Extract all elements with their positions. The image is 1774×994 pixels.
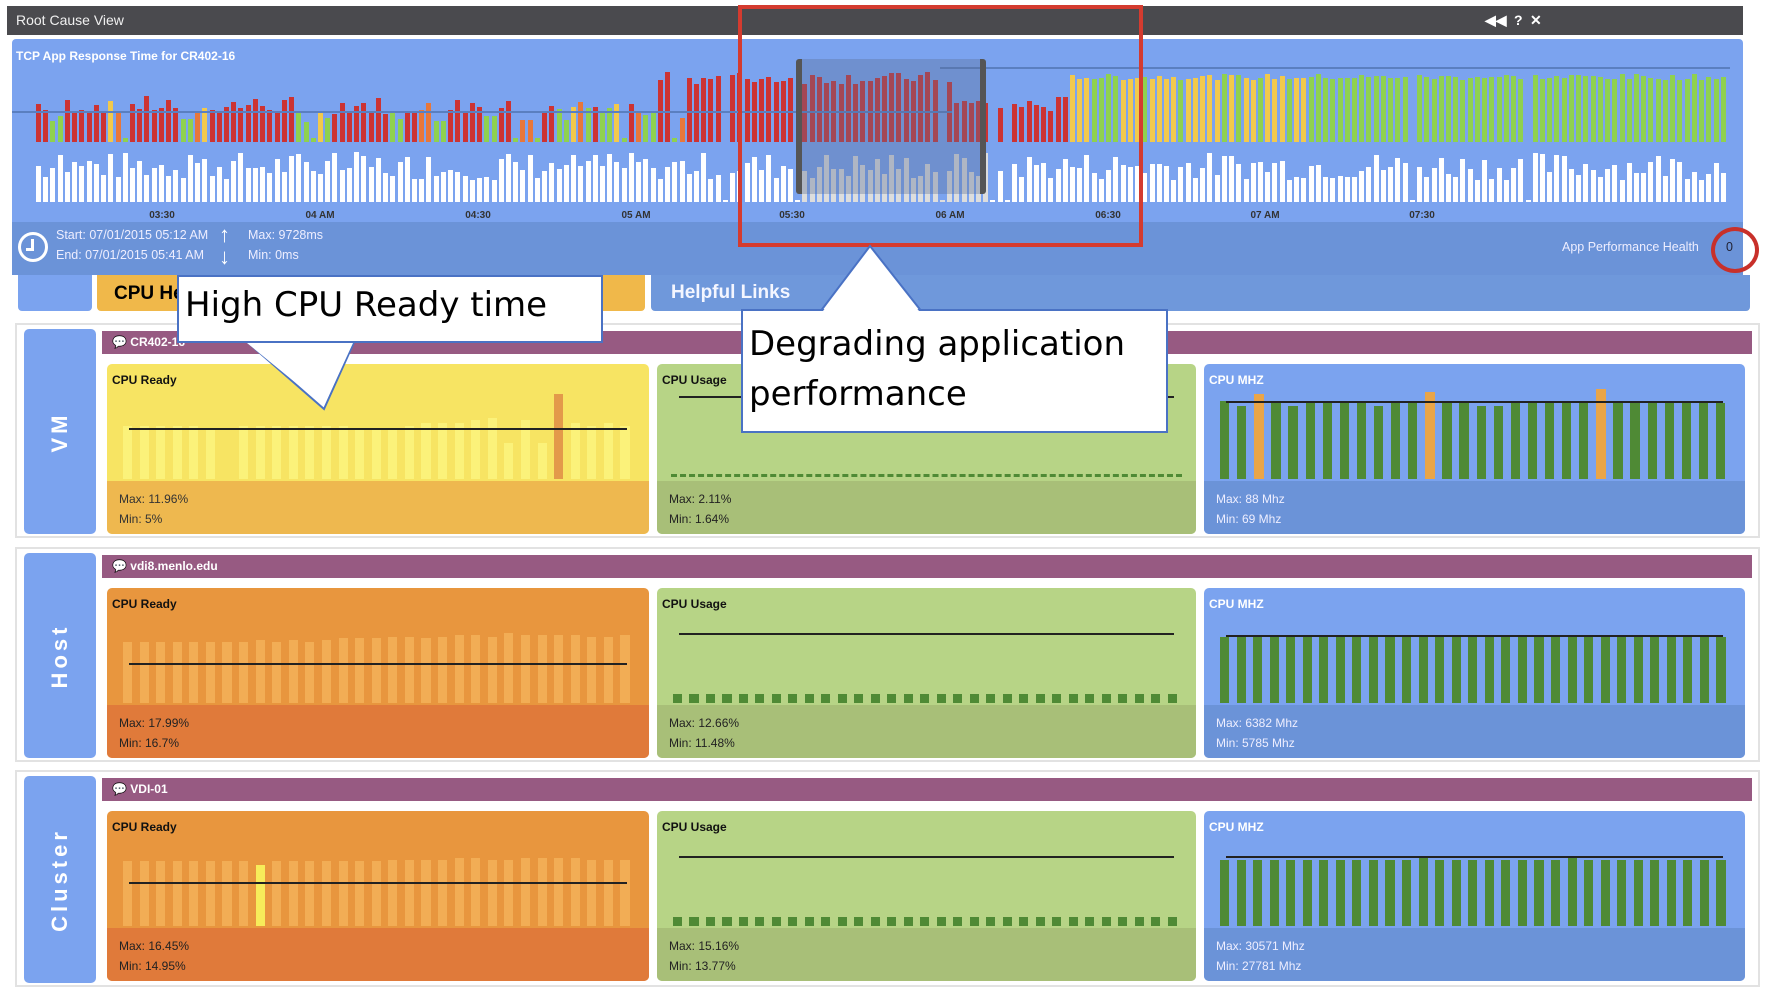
callout-pointer-covers (247, 249, 919, 406)
